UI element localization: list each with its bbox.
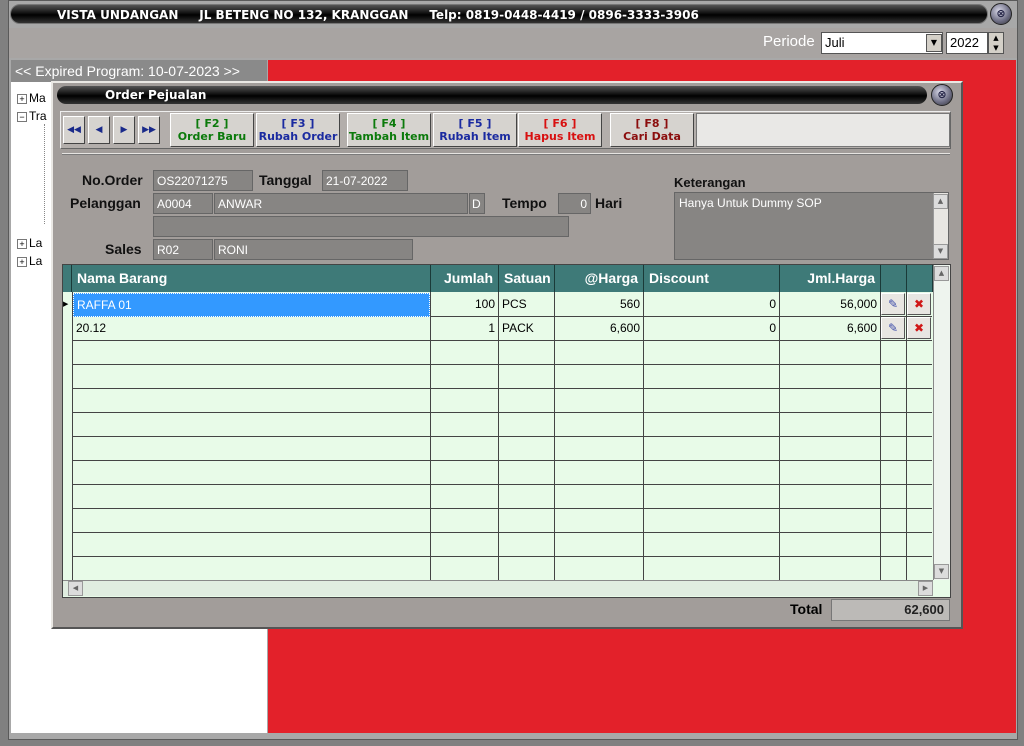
scroll-left-icon[interactable]: ◀ (68, 581, 83, 596)
year-input[interactable]: 2022 (946, 32, 988, 54)
tempo-label: Tempo (502, 195, 547, 211)
alamat-field[interactable] (153, 216, 569, 237)
tree-item-master[interactable]: + Ma (17, 91, 46, 105)
sales-name-field[interactable]: RONI (214, 239, 413, 260)
app-title-bar: VISTA UNDANGAN JL BETENG NO 132, KRANGGA… (10, 4, 988, 24)
grid-line (72, 556, 932, 557)
tanggal-label: Tanggal (259, 172, 312, 188)
col-header-discount[interactable]: Discount (644, 265, 780, 292)
expired-banner: << Expired Program: 10-07-2023 >> (11, 60, 267, 82)
total-value: 62,600 (831, 599, 950, 621)
pelanggan-flag-field[interactable]: D (469, 193, 485, 214)
table-row-2-discount[interactable]: 0 (644, 317, 779, 341)
table-row-1-harga[interactable]: 560 (555, 293, 643, 317)
pelanggan-code-field[interactable]: A0004 (153, 193, 213, 214)
tanggal-field[interactable]: 21-07-2022 (322, 170, 408, 191)
hari-label: Hari (595, 195, 623, 211)
rubah-item-button[interactable]: [ F5 ] Rubah Item (433, 113, 517, 147)
grid-horizontal-scrollbar[interactable] (63, 580, 933, 596)
pelanggan-label: Pelanggan (70, 195, 141, 211)
grid-vertical-scrollbar[interactable] (933, 265, 950, 580)
close-icon[interactable]: ⊗ (990, 3, 1012, 25)
hapus-item-button[interactable]: [ F6 ] Hapus Item (518, 113, 602, 147)
table-row-1-satuan[interactable]: PCS (499, 293, 554, 317)
table-row-1-discount[interactable]: 0 (644, 293, 779, 317)
keterangan-text: Hanya Untuk Dummy SOP (679, 196, 822, 210)
expand-icon[interactable]: + (17, 238, 27, 249)
last-record-button[interactable]: ▶▶ (138, 116, 160, 144)
prev-record-button[interactable]: ◀ (88, 116, 110, 144)
scroll-up-icon[interactable]: ▲ (933, 194, 948, 209)
tambah-item-button[interactable]: [ F4 ] Tambah Item (347, 113, 431, 147)
year-value: 2022 (950, 35, 979, 50)
sales-label: Sales (105, 241, 142, 257)
delete-x-icon[interactable]: ✖ (907, 317, 931, 339)
order-window-title: Order Pejualan (57, 86, 927, 104)
grid-line (72, 460, 932, 461)
col-header-jumlah[interactable]: Jumlah (431, 265, 499, 292)
table-row-1-jml-harga[interactable]: 56,000 (780, 293, 880, 317)
col-header-harga[interactable]: @Harga (555, 265, 644, 292)
delete-x-icon[interactable]: ✖ (907, 293, 931, 315)
table-row-2-jml-harga[interactable]: 6,600 (780, 317, 880, 341)
table-row-2-jumlah[interactable]: 1 (431, 317, 498, 341)
expand-icon[interactable]: + (17, 93, 27, 104)
grid-line (72, 484, 932, 485)
collapse-icon[interactable]: − (17, 111, 27, 122)
col-header-delete (907, 265, 933, 292)
tree-item-transaksi[interactable]: − Tra (17, 109, 47, 123)
row-indicator-icon: ▶ (63, 300, 69, 308)
rubah-order-button[interactable]: [ F3 ] Rubah Order (256, 113, 340, 147)
keterangan-textarea[interactable]: Hanya Untuk Dummy SOP (674, 192, 949, 260)
order-baru-button[interactable]: [ F2 ] Order Baru (170, 113, 254, 147)
table-row-2-satuan[interactable]: PACK (499, 317, 554, 341)
scroll-down-icon[interactable]: ▼ (934, 564, 949, 579)
chevron-down-icon[interactable]: ▼ (926, 34, 942, 52)
edit-pencil-icon[interactable]: ✎ (881, 317, 905, 339)
grid-line (72, 364, 932, 365)
cari-data-button[interactable]: [ F8 ] Cari Data (610, 113, 694, 147)
next-record-button[interactable]: ▶ (113, 116, 135, 144)
col-header-jml-harga[interactable]: Jml.Harga (780, 265, 881, 292)
col-header-nama-barang[interactable]: Nama Barang (72, 265, 431, 292)
grid-line (72, 412, 932, 413)
no-order-field[interactable]: OS22071275 (153, 170, 253, 191)
periode-label: Periode (763, 33, 815, 50)
toolbar-info-panel (696, 113, 950, 147)
scroll-up-icon[interactable]: ▲ (934, 266, 949, 281)
tree-item-laporan-2[interactable]: + La (17, 254, 42, 268)
pelanggan-name-field[interactable]: ANWAR (214, 193, 468, 214)
first-record-button[interactable]: ◀◀ (63, 116, 85, 144)
divider (62, 153, 950, 155)
col-header-satuan[interactable]: Satuan (499, 265, 555, 292)
grid-line (72, 532, 932, 533)
grid-corner (63, 265, 72, 292)
col-header-edit (881, 265, 907, 292)
table-row-1-nama[interactable]: RAFFA 01 (73, 293, 430, 317)
expand-icon[interactable]: + (17, 256, 27, 267)
tempo-field[interactable]: 0 (558, 193, 591, 214)
year-spinner[interactable]: ▲ ▼ (988, 32, 1004, 54)
keterangan-label: Keterangan (674, 175, 746, 190)
grid-line (72, 508, 932, 509)
table-row-2-harga[interactable]: 6,600 (555, 317, 643, 341)
tree-item-laporan-1[interactable]: + La (17, 236, 42, 250)
table-row-1-jumlah[interactable]: 100 (431, 293, 498, 317)
month-select[interactable]: Juli (821, 32, 943, 54)
edit-pencil-icon[interactable]: ✎ (881, 293, 905, 315)
sales-code-field[interactable]: R02 (153, 239, 213, 260)
total-label: Total (790, 601, 823, 617)
grid-line (72, 388, 932, 389)
tree-connector (44, 124, 45, 224)
close-icon[interactable]: ⊗ (931, 84, 953, 106)
table-row-2-nama[interactable]: 20.12 (73, 317, 430, 341)
grid-line (72, 436, 932, 437)
scroll-down-icon[interactable]: ▼ (933, 244, 948, 259)
no-order-label: No.Order (82, 172, 143, 188)
month-value: Juli (825, 35, 845, 50)
scroll-right-icon[interactable]: ▶ (918, 581, 933, 596)
